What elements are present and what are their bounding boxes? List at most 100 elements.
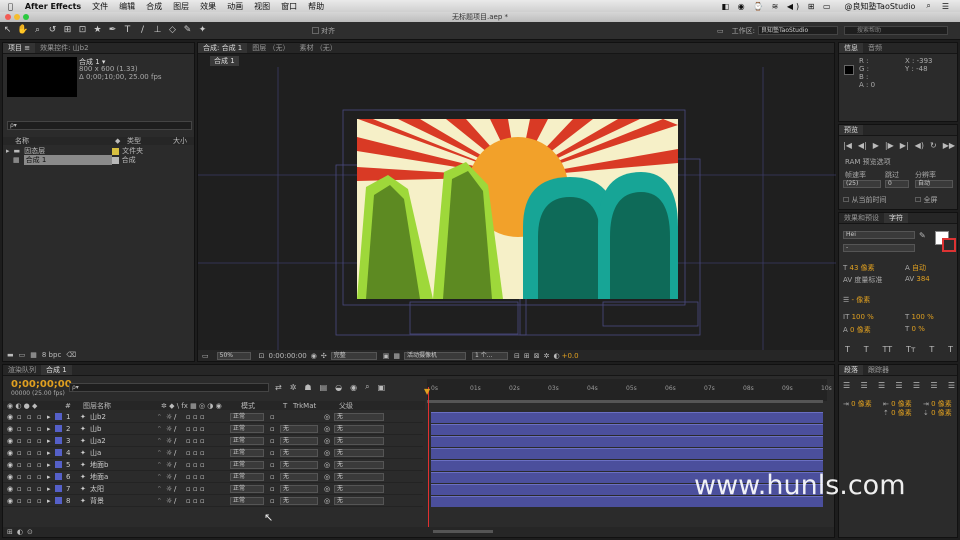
resolution-select[interactable]: 自动 [915, 180, 953, 188]
tab-info[interactable]: 信息 [839, 43, 863, 53]
eyedropper-icon[interactable]: ✎ [919, 231, 926, 240]
font-style-select[interactable]: - [843, 244, 915, 252]
tab-effect-controls[interactable]: 效果控件: 山b2 [35, 43, 93, 53]
layer-duration-bar[interactable] [431, 448, 823, 459]
layer-duration-bar[interactable] [431, 412, 823, 423]
new-comp-icon[interactable]: ▦ [30, 351, 37, 359]
camera-tool-icon[interactable]: ⊞ [62, 25, 73, 36]
tab-effects-presets[interactable]: 效果和预设 [839, 213, 884, 223]
menu-edit[interactable]: 编辑 [119, 1, 135, 12]
tsume-field[interactable]: T 0 % [905, 325, 925, 333]
font-size-field[interactable]: T 43 像素 [843, 263, 875, 273]
layer-duration-bar[interactable] [431, 436, 823, 447]
menu-window[interactable]: 窗口 [281, 1, 297, 12]
workspace-icon[interactable]: ▭ [717, 27, 724, 35]
bpc-toggle[interactable]: 8 bpc [42, 351, 61, 359]
tab-paragraph[interactable]: 段落 [839, 365, 863, 375]
first-frame-icon[interactable]: |◀ [843, 141, 852, 150]
subscript-button[interactable]: T [948, 345, 953, 354]
tab-layer[interactable]: 图层 （无） [247, 43, 294, 53]
faux-italic-button[interactable]: T [864, 345, 869, 354]
tab-character[interactable]: 字符 [884, 213, 908, 223]
column-name[interactable]: 名称 [15, 136, 115, 146]
space-after-field[interactable]: ⇣ 0 像素 [923, 408, 952, 418]
ram-preview-icon[interactable]: ▶▶ [943, 141, 955, 150]
star-tool-icon[interactable]: ★ [92, 25, 103, 36]
current-time-indicator[interactable] [428, 387, 429, 527]
project-item-comp[interactable]: ▦ 合成 1 合成 [3, 155, 194, 165]
color-channel-icon[interactable]: ✣ [321, 352, 327, 360]
status-user[interactable]: @良知塾TaoStudio [845, 1, 916, 12]
horizontal-scale-field[interactable]: T 100 % [905, 313, 934, 321]
tab-preview[interactable]: 预览 [839, 125, 863, 135]
stroke-color-swatch[interactable] [942, 238, 956, 252]
time-indicator-head-icon[interactable]: ▼ [424, 387, 430, 396]
puppet-tool-icon[interactable]: ✦ [197, 25, 208, 36]
next-frame-icon[interactable]: |▶ [885, 141, 894, 150]
app-menu[interactable]: After Effects [25, 2, 81, 11]
play-icon[interactable]: ▶ [873, 141, 879, 150]
all-caps-button[interactable]: TT [882, 345, 892, 354]
column-type[interactable]: 类型 [127, 136, 173, 146]
list-icon[interactable]: ☰ [942, 2, 949, 11]
timecode-display[interactable]: 0:00:00:00 [269, 352, 307, 360]
vertical-scale-field[interactable]: IT 100 % [843, 313, 874, 321]
fast-preview-icon[interactable]: ⊠ [534, 352, 540, 360]
font-family-select[interactable]: Hei [843, 231, 915, 239]
new-folder-icon[interactable]: ▭ [19, 351, 26, 359]
apple-icon[interactable]:  [8, 2, 13, 11]
toggle-in-out-icon[interactable]: ⊙ [27, 528, 33, 536]
menu-layer[interactable]: 图层 [173, 1, 189, 12]
region-icon[interactable]: ▣ [383, 352, 390, 360]
hand-tool-icon[interactable]: ✋ [17, 25, 28, 36]
tab-project[interactable]: 项目 ≡ [3, 43, 36, 53]
toggle-modes-icon[interactable]: ◐ [17, 528, 23, 536]
zoom-select[interactable]: 50% [216, 351, 251, 360]
layer-duration-bar[interactable] [431, 424, 823, 435]
baseline-shift-field[interactable]: A 0 像素 [843, 325, 871, 335]
selection-tool-icon[interactable]: ↖ [2, 25, 13, 36]
leading-field[interactable]: A 自动 [905, 263, 926, 273]
toggle-mask-icon[interactable]: ⊞ [524, 352, 530, 360]
view-layout-select[interactable]: 1 个... [472, 351, 508, 360]
menu-composition[interactable]: 合成 [146, 1, 162, 12]
align-left-icon[interactable]: ☰ [843, 381, 850, 390]
project-search-input[interactable]: ρ▾ [7, 121, 192, 130]
comp-breadcrumb[interactable]: 合成 1 [210, 56, 239, 66]
menu-file[interactable]: 文件 [92, 1, 108, 12]
full-screen-checkbox[interactable]: ☐ 全屏 [915, 195, 938, 205]
tracking-field[interactable]: AV 384 [905, 275, 930, 283]
from-current-checkbox[interactable]: ☐ 从当前时间 [843, 195, 887, 205]
snapshot-icon[interactable]: ◉ [311, 352, 317, 360]
resolution-select[interactable]: 完整 [330, 351, 377, 360]
ram-preview-options[interactable]: RAM 预览选项 [845, 157, 891, 167]
zoom-tool-icon[interactable]: ⌕ [32, 25, 43, 36]
column-size[interactable]: 大小 [173, 136, 187, 146]
minimize-window-button[interactable] [14, 14, 20, 20]
last-frame-icon[interactable]: ▶| [900, 141, 909, 150]
zoom-window-button[interactable] [23, 14, 29, 20]
interpret-footage-icon[interactable]: ▬ [7, 351, 14, 359]
menu-view[interactable]: 视图 [254, 1, 270, 12]
brush-tool-icon[interactable]: / [137, 25, 148, 36]
align-right-icon[interactable]: ☰ [878, 381, 885, 390]
faux-bold-button[interactable]: T [845, 345, 850, 354]
menu-effect[interactable]: 效果 [200, 1, 216, 12]
rotate-tool-icon[interactable]: ↺ [47, 25, 58, 36]
kerning-field[interactable]: AV 度量标准 [843, 275, 882, 285]
grid-icon[interactable]: ⊡ [259, 352, 265, 360]
toggle-switches-icon[interactable]: ⊞ [7, 528, 13, 536]
project-item-solids-folder[interactable]: ▸ ▬ 固态层 文件夹 [3, 147, 194, 155]
help-search-input[interactable]: 搜索帮助 [844, 26, 948, 35]
tab-composition[interactable]: 合成: 合成 1 [198, 43, 248, 53]
always-preview-icon[interactable]: ▭ [202, 352, 209, 360]
flowchart-icon[interactable]: ✲ [544, 352, 550, 360]
superscript-button[interactable]: T [929, 345, 934, 354]
snap-checkbox[interactable] [312, 27, 319, 34]
justify-all-icon[interactable]: ☰ [948, 381, 955, 390]
justify-center-icon[interactable]: ☰ [913, 381, 920, 390]
eraser-tool-icon[interactable]: ◇ [167, 25, 178, 36]
exposure-value[interactable]: +0.0 [562, 352, 579, 360]
search-icon[interactable]: ⌕ [926, 1, 930, 11]
mute-icon[interactable]: ◀) [915, 141, 924, 150]
